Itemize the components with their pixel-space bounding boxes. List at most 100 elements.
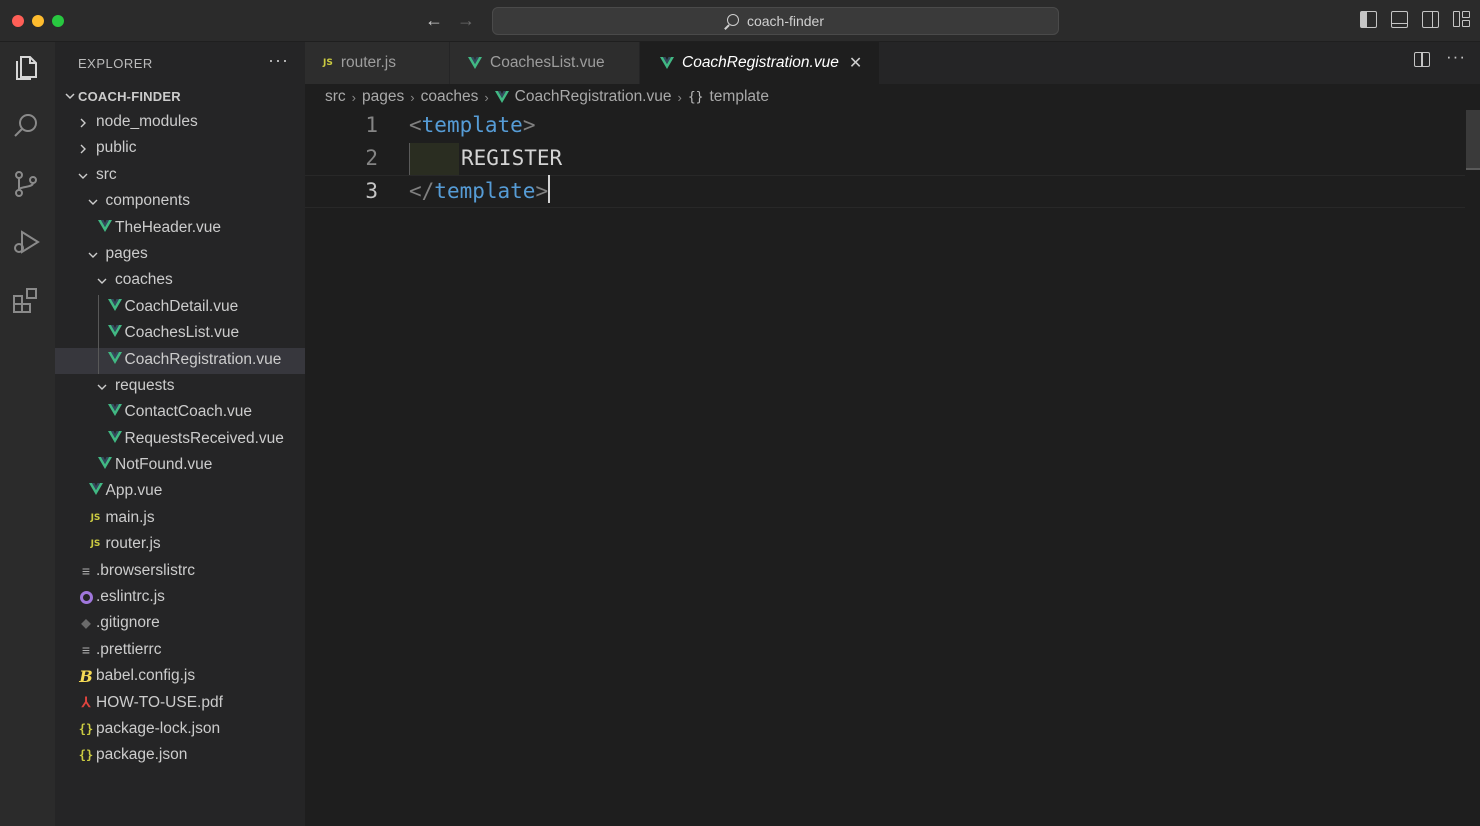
extensions-icon[interactable] — [10, 284, 42, 316]
file-item[interactable]: App.vue — [55, 479, 305, 505]
back-arrow-icon[interactable]: ← — [425, 10, 443, 30]
breadcrumb-coaches[interactable]: coaches — [421, 88, 479, 106]
vue-file-icon — [107, 404, 123, 420]
window-minimize-button[interactable] — [32, 15, 44, 27]
chevron-right-icon — [76, 142, 90, 156]
tree-item-label: node_modules — [96, 113, 198, 130]
file-item[interactable]: CoachDetail.vue — [55, 295, 305, 321]
tree-item-label: CoachesList.vue — [124, 324, 240, 342]
folder-item[interactable]: node_modules — [55, 110, 305, 136]
js-file-icon: JS — [90, 512, 101, 523]
tab-coacheslist-vue[interactable]: CoachesList.vue — [450, 42, 640, 84]
vue-file-icon — [97, 219, 113, 236]
file-item[interactable]: ContactCoach.vue — [55, 400, 305, 426]
folder-item[interactable]: coaches — [55, 268, 305, 294]
tree-item-label: TheHeader.vue — [115, 218, 221, 236]
explorer-icon[interactable] — [10, 52, 42, 84]
activity-bar — [0, 42, 55, 826]
chevron-right-icon — [76, 116, 90, 130]
workspace-root-folder[interactable]: COACH-FINDER — [55, 86, 305, 108]
scrollbar-position-marker — [1466, 168, 1480, 170]
window-close-button[interactable] — [12, 15, 24, 27]
breadcrumb-src[interactable]: src — [325, 88, 346, 106]
explorer-sidebar: EXPLORER ··· COACH-FINDER node_modules pu… — [55, 42, 305, 826]
folder-item[interactable]: pages — [55, 242, 305, 268]
search-icon[interactable] — [10, 110, 42, 142]
file-item[interactable]: ⅄ HOW-TO-USE.pdf — [55, 691, 305, 717]
json-file-icon: {} — [78, 721, 94, 736]
file-item[interactable]: Bbabel.config.js — [55, 664, 305, 690]
eslint-file-icon — [78, 589, 94, 605]
command-center-label: coach-finder — [746, 13, 825, 29]
folder-item[interactable]: requests — [55, 374, 305, 400]
toggle-secondary-sidebar-icon[interactable] — [1422, 11, 1439, 28]
file-item[interactable]: RequestsReceived.vue — [55, 427, 305, 453]
file-item[interactable]: ◆ .gitignore — [55, 611, 305, 637]
pdf-file-icon: ⅄ — [81, 694, 91, 711]
customize-layout-icon[interactable] — [1453, 11, 1470, 28]
tree-item-label: coaches — [115, 271, 173, 289]
chevron-down-icon — [86, 248, 100, 262]
chevron-down-icon — [65, 93, 75, 100]
vue-file-icon — [88, 483, 104, 499]
breadcrumb-template[interactable]: {} template — [688, 88, 769, 106]
toggle-primary-sidebar-icon[interactable] — [1360, 11, 1377, 28]
code-line-current: 3 </template> — [305, 175, 1465, 208]
file-item[interactable]: ≡ .prettierrc — [55, 638, 305, 664]
file-item[interactable]: TheHeader.vue — [55, 216, 305, 242]
chevron-right-icon: › — [484, 89, 489, 105]
breadcrumb-pages[interactable]: pages — [362, 88, 404, 106]
workspace-root-label: COACH-FINDER — [78, 89, 181, 104]
breadcrumb: src › pages › coaches › CoachRegistratio… — [305, 84, 1480, 110]
vue-file-icon — [494, 90, 509, 104]
braces-icon: {} — [687, 89, 704, 105]
folder-item[interactable]: public — [55, 136, 305, 162]
folder-item[interactable]: components — [55, 189, 305, 215]
chevron-down-icon — [76, 169, 90, 183]
file-item[interactable]: {} package.json — [55, 743, 305, 769]
forward-arrow-icon[interactable]: → — [457, 10, 475, 30]
tree-item-label: router.js — [105, 535, 161, 553]
file-item[interactable]: NotFound.vue — [55, 453, 305, 479]
tree-item-label: requests — [115, 376, 175, 394]
explorer-more-icon[interactable]: ··· — [268, 50, 289, 71]
tree-item-label: babel.config.js — [96, 667, 196, 685]
tree-item-label: .eslintrc.js — [96, 588, 165, 606]
chevron-right-icon: › — [677, 89, 682, 105]
vertical-scrollbar[interactable] — [1466, 110, 1480, 170]
file-item[interactable]: .eslintrc.js — [55, 585, 305, 611]
file-item[interactable]: JS main.js — [55, 506, 305, 532]
code-text: REGISTER — [461, 145, 563, 170]
window-maximize-button[interactable] — [52, 15, 64, 27]
js-file-icon: JS — [90, 539, 101, 550]
file-item[interactable]: {} package-lock.json — [55, 717, 305, 743]
tab-router-js[interactable]: JS router.js — [305, 42, 450, 84]
split-editor-icon[interactable] — [1414, 52, 1431, 67]
vue-file-icon — [107, 298, 123, 315]
code-text: </template> — [409, 175, 551, 203]
breadcrumb-file[interactable]: CoachRegistration.vue — [494, 88, 672, 106]
file-item[interactable]: CoachRegistration.vue — [55, 347, 305, 374]
folder-item[interactable]: src — [55, 163, 305, 189]
source-control-icon[interactable] — [10, 168, 42, 200]
breadcrumb-file-label: CoachRegistration.vue — [514, 88, 672, 105]
file-item[interactable]: JS router.js — [55, 532, 305, 558]
more-actions-icon[interactable]: ··· — [1446, 47, 1466, 67]
chevron-down-icon — [86, 195, 100, 209]
tab-coachregistration-vue[interactable]: CoachRegistration.vue ✕ — [640, 42, 880, 84]
command-center-search[interactable]: coach-finder — [492, 7, 1059, 35]
close-icon[interactable]: ✕ — [849, 53, 862, 73]
tree-item-label: pages — [105, 244, 148, 262]
tree-item-label: App.vue — [105, 482, 163, 500]
tab-label: router.js — [340, 54, 396, 71]
code-line: 2 REGISTER — [305, 142, 1465, 176]
toggle-panel-icon[interactable] — [1391, 11, 1408, 28]
file-item[interactable]: CoachesList.vue — [55, 321, 305, 347]
code-line: 1 <template> — [305, 110, 1465, 143]
code-editor[interactable]: 1 <template> 2 REGISTER 3 </template> — [305, 110, 1480, 826]
tree-item-label: package-lock.json — [96, 719, 221, 737]
tree-item-label: main.js — [105, 508, 155, 526]
chevron-down-icon — [95, 274, 109, 288]
file-item[interactable]: ≡ .browserslistrc — [55, 559, 305, 585]
run-debug-icon[interactable] — [10, 226, 42, 258]
